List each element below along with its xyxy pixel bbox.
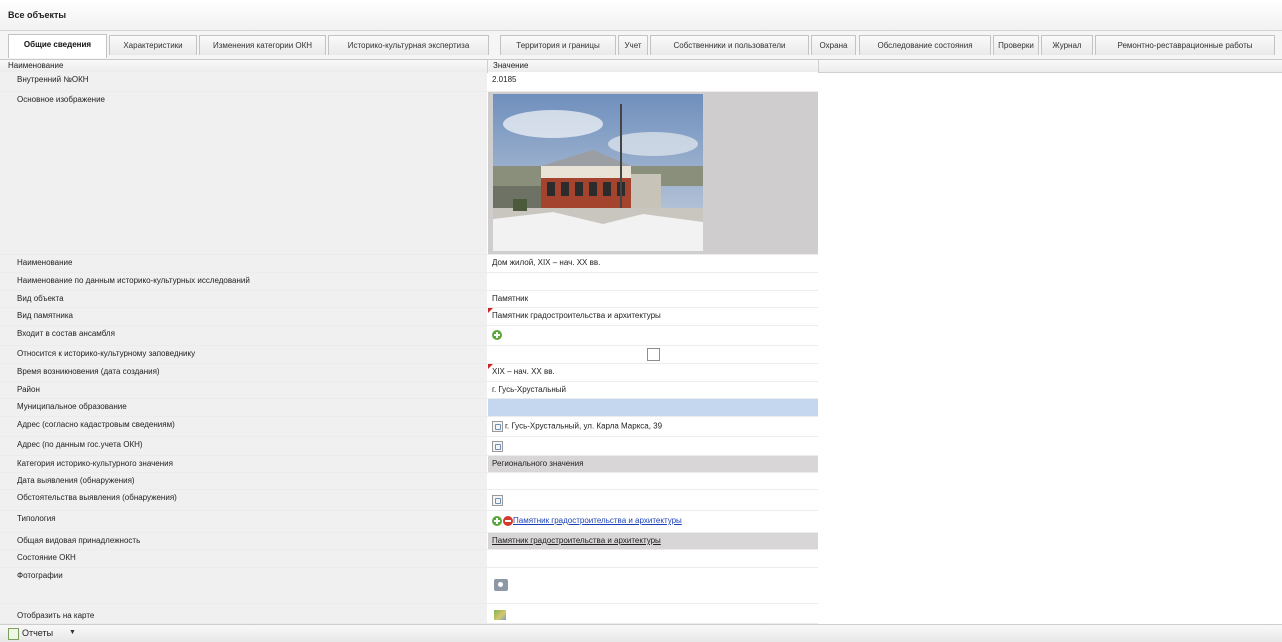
chevron-down-icon[interactable]: ▼: [69, 629, 76, 636]
row-address-state[interactable]: Адрес (по данным гос.учета ОКН): [0, 437, 818, 456]
row-label: Фотографии: [17, 571, 63, 580]
row-label: Относится к историко-культурному заповед…: [17, 349, 196, 358]
row-label: Наименование по данным историко-культурн…: [17, 276, 250, 285]
row-label: Наименование: [17, 258, 73, 267]
row-reserve[interactable]: Относится к историко-культурному заповед…: [0, 346, 818, 364]
map-icon[interactable]: [494, 610, 506, 620]
row-typology[interactable]: Типология Памятник градостроительства и …: [0, 511, 818, 533]
building-photo[interactable]: [493, 94, 703, 251]
row-internal-number[interactable]: Внутренний №ОКН 2.0185: [0, 72, 818, 92]
row-label: Адрес (по данным гос.учета ОКН): [17, 440, 143, 449]
general-species-link[interactable]: Памятник градостроительства и архитектур…: [492, 536, 661, 545]
row-label: Муниципальное образование: [17, 402, 127, 411]
row-district[interactable]: Район г. Гусь-Хрустальный: [0, 382, 818, 399]
row-label: Состояние ОКН: [17, 553, 76, 562]
tab-inspection[interactable]: Обследование состояния: [859, 35, 991, 55]
tab-checks[interactable]: Проверки: [993, 35, 1039, 55]
tab-characteristics[interactable]: Характеристики: [109, 35, 197, 55]
row-value: г. Гусь-Хрустальный, ул. Карла Маркса, 3…: [505, 421, 663, 431]
row-discovery-circumstances[interactable]: Обстоятельства выявления (обнаружения): [0, 490, 818, 511]
row-label: Район: [17, 385, 40, 394]
column-header-value[interactable]: Значение: [493, 61, 528, 70]
row-monument-kind[interactable]: Вид памятника Памятник градостроительств…: [0, 308, 818, 326]
row-label: Общая видовая принадлежность: [17, 536, 141, 545]
tab-protection[interactable]: Охрана: [811, 35, 856, 55]
row-creation-time[interactable]: Время возникновения (дата создания) XIX …: [0, 364, 818, 382]
row-municipality[interactable]: Муниципальное образование: [0, 399, 818, 417]
row-value: Регионального значения: [492, 459, 584, 468]
tab-journal[interactable]: Журнал: [1041, 35, 1093, 55]
row-value: Памятник градостроительства и архитектур…: [492, 311, 661, 320]
tab-bar: Общие сведения Характеристики Изменения …: [0, 31, 1282, 60]
row-label: Отобразить на карте: [17, 611, 95, 620]
row-state[interactable]: Состояние ОКН: [0, 550, 818, 568]
camera-icon[interactable]: [494, 579, 508, 591]
reserve-checkbox[interactable]: [647, 348, 660, 361]
row-ensemble[interactable]: Входит в состав ансамбля: [0, 326, 818, 346]
row-address-cadastre[interactable]: Адрес (согласно кадастровым сведениям) г…: [0, 417, 818, 437]
tab-territory[interactable]: Территория и границы: [500, 35, 616, 55]
add-typology-icon[interactable]: [492, 516, 502, 526]
row-label: Внутренний №ОКН: [17, 75, 89, 84]
row-photos[interactable]: Фотографии: [0, 568, 818, 604]
row-discovery-date[interactable]: Дата выявления (обнаружения): [0, 473, 818, 490]
document-icon: [8, 628, 19, 640]
property-grid: Наименование Значение Внутренний №ОКН 2.…: [0, 60, 1282, 624]
address-picker-icon[interactable]: [492, 441, 503, 452]
row-label: Основное изображение: [17, 95, 105, 104]
column-header-name[interactable]: Наименование: [8, 61, 63, 70]
tab-registration[interactable]: Учет: [618, 35, 648, 55]
row-name[interactable]: Наименование Дом жилой, XIX – нач. XX вв…: [0, 255, 818, 273]
row-category[interactable]: Категория историко-культурного значения …: [0, 456, 818, 473]
tab-general[interactable]: Общие сведения: [8, 34, 107, 58]
row-value: 2.0185: [492, 75, 517, 84]
row-label: Входит в состав ансамбля: [17, 329, 115, 338]
reports-menu-button[interactable]: Отчеты: [22, 628, 53, 638]
row-value: Памятник: [492, 294, 529, 303]
row-value: Дом жилой, XIX – нач. XX вв.: [492, 258, 601, 267]
address-picker-icon[interactable]: [492, 421, 503, 432]
tab-expertise[interactable]: Историко-культурная экспертиза: [328, 35, 489, 55]
row-label: Вид объекта: [17, 294, 64, 303]
row-value: г. Гусь-Хрустальный: [492, 385, 567, 394]
bottom-toolbar: Отчеты ▼: [0, 624, 1282, 642]
edit-text-icon[interactable]: [492, 495, 503, 506]
window-title: Все объекты: [8, 10, 67, 20]
window-header: Все объекты: [0, 0, 1282, 31]
row-label: Категория историко-культурного значения: [17, 459, 173, 468]
row-general-species[interactable]: Общая видовая принадлежность Памятник гр…: [0, 533, 818, 550]
row-map[interactable]: Отобразить на карте: [0, 604, 818, 624]
row-value: XIX – нач. XX вв.: [492, 367, 555, 376]
tab-category-changes[interactable]: Изменения категории ОКН: [199, 35, 326, 55]
row-name-research[interactable]: Наименование по данным историко-культурн…: [0, 273, 818, 291]
typology-link[interactable]: Памятник градостроительства и архитектур…: [513, 516, 682, 525]
remove-typology-icon[interactable]: [503, 516, 513, 526]
add-ensemble-icon[interactable]: [492, 330, 502, 340]
row-label: Вид памятника: [17, 311, 73, 320]
row-main-image[interactable]: Основное изображение: [0, 92, 818, 255]
row-label: Обстоятельства выявления (обнаружения): [17, 493, 177, 502]
row-label: Типология: [17, 514, 56, 523]
column-separator: [818, 60, 819, 72]
tab-restoration[interactable]: Ремонтно-реставрационные работы: [1095, 35, 1275, 55]
row-object-kind[interactable]: Вид объекта Памятник: [0, 291, 818, 308]
row-label: Время возникновения (дата создания): [17, 367, 160, 376]
column-separator: [487, 60, 488, 72]
tab-owners[interactable]: Собственники и пользователи: [650, 35, 809, 55]
row-label: Дата выявления (обнаружения): [17, 476, 135, 485]
row-label: Адрес (согласно кадастровым сведениям): [17, 420, 175, 429]
